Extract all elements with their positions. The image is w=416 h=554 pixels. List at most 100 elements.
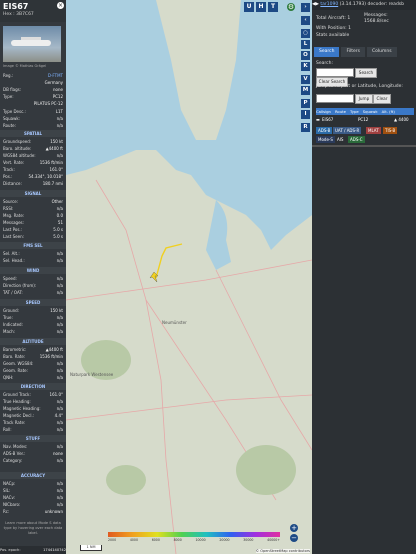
version-label: (3.14.1793) decoder: readsb — [339, 2, 404, 7]
detail-value: 150 kt — [50, 308, 63, 313]
detail-label: True: — [3, 315, 13, 320]
section-fms-sel[interactable]: FMS SEL — [0, 242, 66, 249]
detail-row-accuracy: NICbaro: n/a — [3, 501, 63, 508]
detail-label: Msg. Rate: — [3, 213, 25, 218]
detail-label: Pos.: — [3, 174, 13, 179]
aircraft-hex: Hex : 3B7C67 — [3, 12, 34, 17]
detail-row-signal: RSSI: n/a — [3, 205, 63, 212]
detail-row-direction: Magnetic Decl.: 4.4° — [3, 412, 63, 419]
section-stuff[interactable]: STUFF — [0, 435, 66, 442]
tar1090-link[interactable]: tar1090 — [320, 2, 338, 7]
aircraft-list-panel: ◀▶ tar1090 (3.14.1793) decoder: readsb T… — [312, 0, 416, 554]
detail-value: n/a — [56, 258, 63, 263]
detail-value: n/a — [56, 206, 63, 211]
column-squawk[interactable]: Squawk — [363, 108, 378, 115]
tab-search[interactable]: Search — [314, 47, 340, 57]
detail-label: Track: — [3, 167, 15, 172]
detail-row-spatial: Baro. altitude: ▲4400 ft — [3, 145, 63, 152]
detail-label: SIL: — [3, 488, 11, 493]
detail-value: n/a — [56, 322, 63, 327]
section-accuracy[interactable]: ACCURACY — [0, 472, 66, 479]
detail-label: Geom. Rate: — [3, 368, 28, 373]
map-button-r[interactable]: R — [301, 123, 310, 132]
badge-modes: Mode-S — [316, 136, 335, 143]
detail-value: 0.0 — [56, 213, 63, 218]
messages-label: Messages: — [364, 13, 388, 18]
map-button-h[interactable]: H — [256, 2, 266, 12]
map-button-i[interactable]: I — [301, 110, 310, 119]
detail-value: 1536 ft/min — [39, 354, 63, 359]
detail-row-direction: Ground Track: 161.0° — [3, 391, 63, 398]
detail-label: ADS-B Ver.: — [3, 451, 26, 456]
map-view[interactable]: Naturpark Westensee Neumünster U H T ⚙ ›… — [66, 0, 312, 554]
detail-value: n/a — [56, 427, 63, 432]
jump-button[interactable]: Jump — [355, 94, 373, 104]
detail-value: 161.0° — [49, 392, 63, 397]
detail-value: n/a — [56, 153, 63, 158]
altitude-color-legend — [108, 532, 280, 537]
zoom-in-button[interactable]: + — [290, 524, 298, 532]
detail-value: n/a — [56, 420, 63, 425]
map-button-k[interactable]: K — [301, 62, 310, 71]
table-row[interactable]: ▬ EIS67 PC12 ▲ 4400 — [316, 116, 414, 123]
tab-columns[interactable]: Columns — [366, 47, 397, 57]
column-alt[interactable]: Alt. (ft) — [382, 108, 395, 115]
detail-row-direction: Roll: n/a — [3, 426, 63, 433]
map-button-u[interactable]: U — [244, 2, 254, 12]
section-spatial[interactable]: SPATIAL — [0, 130, 66, 137]
right-header: ◀▶ tar1090 (3.14.1793) decoder: readsb — [312, 0, 416, 10]
detail-row-direction: Magnetic Heading: n/a — [3, 405, 63, 412]
horizontal-scrollbar[interactable] — [312, 145, 416, 147]
map-button-m[interactable]: M — [301, 86, 310, 95]
stats-link[interactable]: Stats available — [316, 33, 349, 38]
detail-row-wind: TAT / OAT: n/a — [3, 289, 63, 296]
map-button-t[interactable]: T — [268, 2, 278, 12]
column-callsign[interactable]: Callsign — [316, 108, 331, 115]
detail-value: n/a — [56, 481, 63, 486]
panel-tabs: Search Filters Columns — [314, 47, 414, 57]
collapse-icon[interactable]: › — [301, 3, 310, 12]
map-scale: 1 NM — [80, 545, 102, 551]
map-button-v[interactable]: V — [301, 75, 310, 84]
search-input[interactable] — [316, 68, 354, 77]
detail-value: 150 kt — [50, 139, 63, 144]
map-button-l[interactable]: L — [301, 40, 310, 49]
settings-gear-icon[interactable]: ⚙ — [287, 3, 295, 11]
detail-label: Vert. Rate: — [3, 160, 25, 165]
close-icon[interactable]: × — [57, 2, 64, 9]
map-button-o[interactable]: O — [301, 51, 310, 60]
column-route[interactable]: Route — [335, 108, 346, 115]
search-label: Search: — [316, 61, 333, 66]
section-signal[interactable]: SIGNAL — [0, 190, 66, 197]
nav-arrows-icon[interactable]: ◀▶ — [312, 2, 319, 7]
detail-row-altitude: Baro. Rate: 1536 ft/min — [3, 353, 63, 360]
detail-label: RSSI: — [3, 206, 14, 211]
circle-icon[interactable]: ○ — [301, 29, 310, 38]
detail-value: 1536 ft/min — [39, 160, 63, 165]
section-wind[interactable]: WIND — [0, 267, 66, 274]
detail-row-reg: Reg.: D-FTMT — [3, 73, 63, 78]
row-type: PC12 — [358, 117, 369, 122]
zoom-out-button[interactable]: − — [290, 534, 298, 542]
column-type[interactable]: Type — [350, 108, 359, 115]
clear-button[interactable]: Clear — [373, 94, 391, 104]
detail-value: 161.0° — [49, 167, 63, 172]
detail-row-accuracy: SIL: n/a — [3, 487, 63, 494]
map-attribution[interactable]: © OpenStreetMap contributors — [255, 549, 310, 553]
jump-input[interactable] — [316, 94, 354, 103]
aircraft-photo[interactable] — [3, 26, 61, 62]
detail-value: n/a — [56, 399, 63, 404]
photo-caption: Image © Mathias Grägel — [3, 64, 47, 68]
map-button-p[interactable]: P — [301, 99, 310, 108]
detail-row-speed: Indicated: n/a — [3, 321, 63, 328]
section-direction[interactable]: DIRECTION — [0, 383, 66, 390]
tab-filters[interactable]: Filters — [341, 47, 365, 57]
section-speed[interactable]: SPEED — [0, 299, 66, 306]
detail-row-altitude: QNH: n/a — [3, 374, 63, 381]
detail-label: Baro. Rate: — [3, 354, 26, 359]
expand-icon[interactable]: ‹ — [301, 16, 310, 25]
search-button[interactable]: Search — [355, 68, 377, 78]
section-altitude[interactable]: ALTITUDE — [0, 338, 66, 345]
flag-icon: ▬ — [316, 117, 320, 122]
detail-row-spatial: Pos.: 54.334°, 10.018° — [3, 173, 63, 180]
